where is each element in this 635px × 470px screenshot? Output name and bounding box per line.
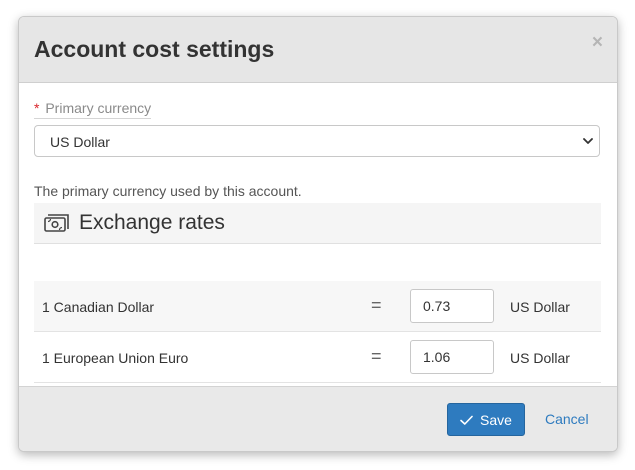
close-icon[interactable]: ×	[592, 33, 603, 52]
save-button[interactable]: Save	[447, 403, 525, 436]
save-button-label: Save	[480, 412, 512, 428]
modal-body: * Primary currency US Dollar The primary…	[19, 83, 617, 386]
chevron-down-icon	[583, 138, 593, 144]
rate-to-currency: US Dollar	[510, 299, 570, 315]
rate-input-cad[interactable]	[410, 289, 494, 323]
exchange-rate-row: 1 Canadian Dollar = US Dollar	[34, 281, 601, 332]
account-cost-settings-modal: Account cost settings × * Primary curren…	[18, 16, 618, 452]
equals-sign: =	[371, 295, 382, 315]
primary-currency-help-text: The primary currency used by this accoun…	[34, 183, 302, 199]
exchange-rates-title: Exchange rates	[79, 211, 225, 234]
primary-currency-label: * Primary currency	[34, 100, 152, 119]
check-icon	[460, 415, 473, 425]
rate-from-currency: 1 European Union Euro	[42, 350, 189, 366]
exchange-rate-row: 1 European Union Euro = US Dollar	[34, 332, 601, 383]
modal-footer: Save Cancel	[19, 386, 617, 451]
modal-header: Account cost settings ×	[19, 17, 617, 83]
primary-currency-selected-value: US Dollar	[50, 134, 110, 150]
equals-sign: =	[371, 346, 382, 366]
rate-input-eur[interactable]	[410, 340, 494, 374]
cancel-link[interactable]: Cancel	[545, 411, 589, 427]
required-marker: *	[34, 100, 40, 116]
primary-currency-select[interactable]: US Dollar	[34, 125, 600, 157]
modal-title: Account cost settings	[34, 36, 275, 62]
exchange-rates-header: Exchange rates	[34, 203, 601, 244]
money-bill-icon	[44, 214, 69, 232]
rate-from-currency: 1 Canadian Dollar	[42, 299, 155, 315]
primary-currency-label-text: Primary currency	[45, 100, 152, 116]
rate-to-currency: US Dollar	[510, 350, 570, 366]
